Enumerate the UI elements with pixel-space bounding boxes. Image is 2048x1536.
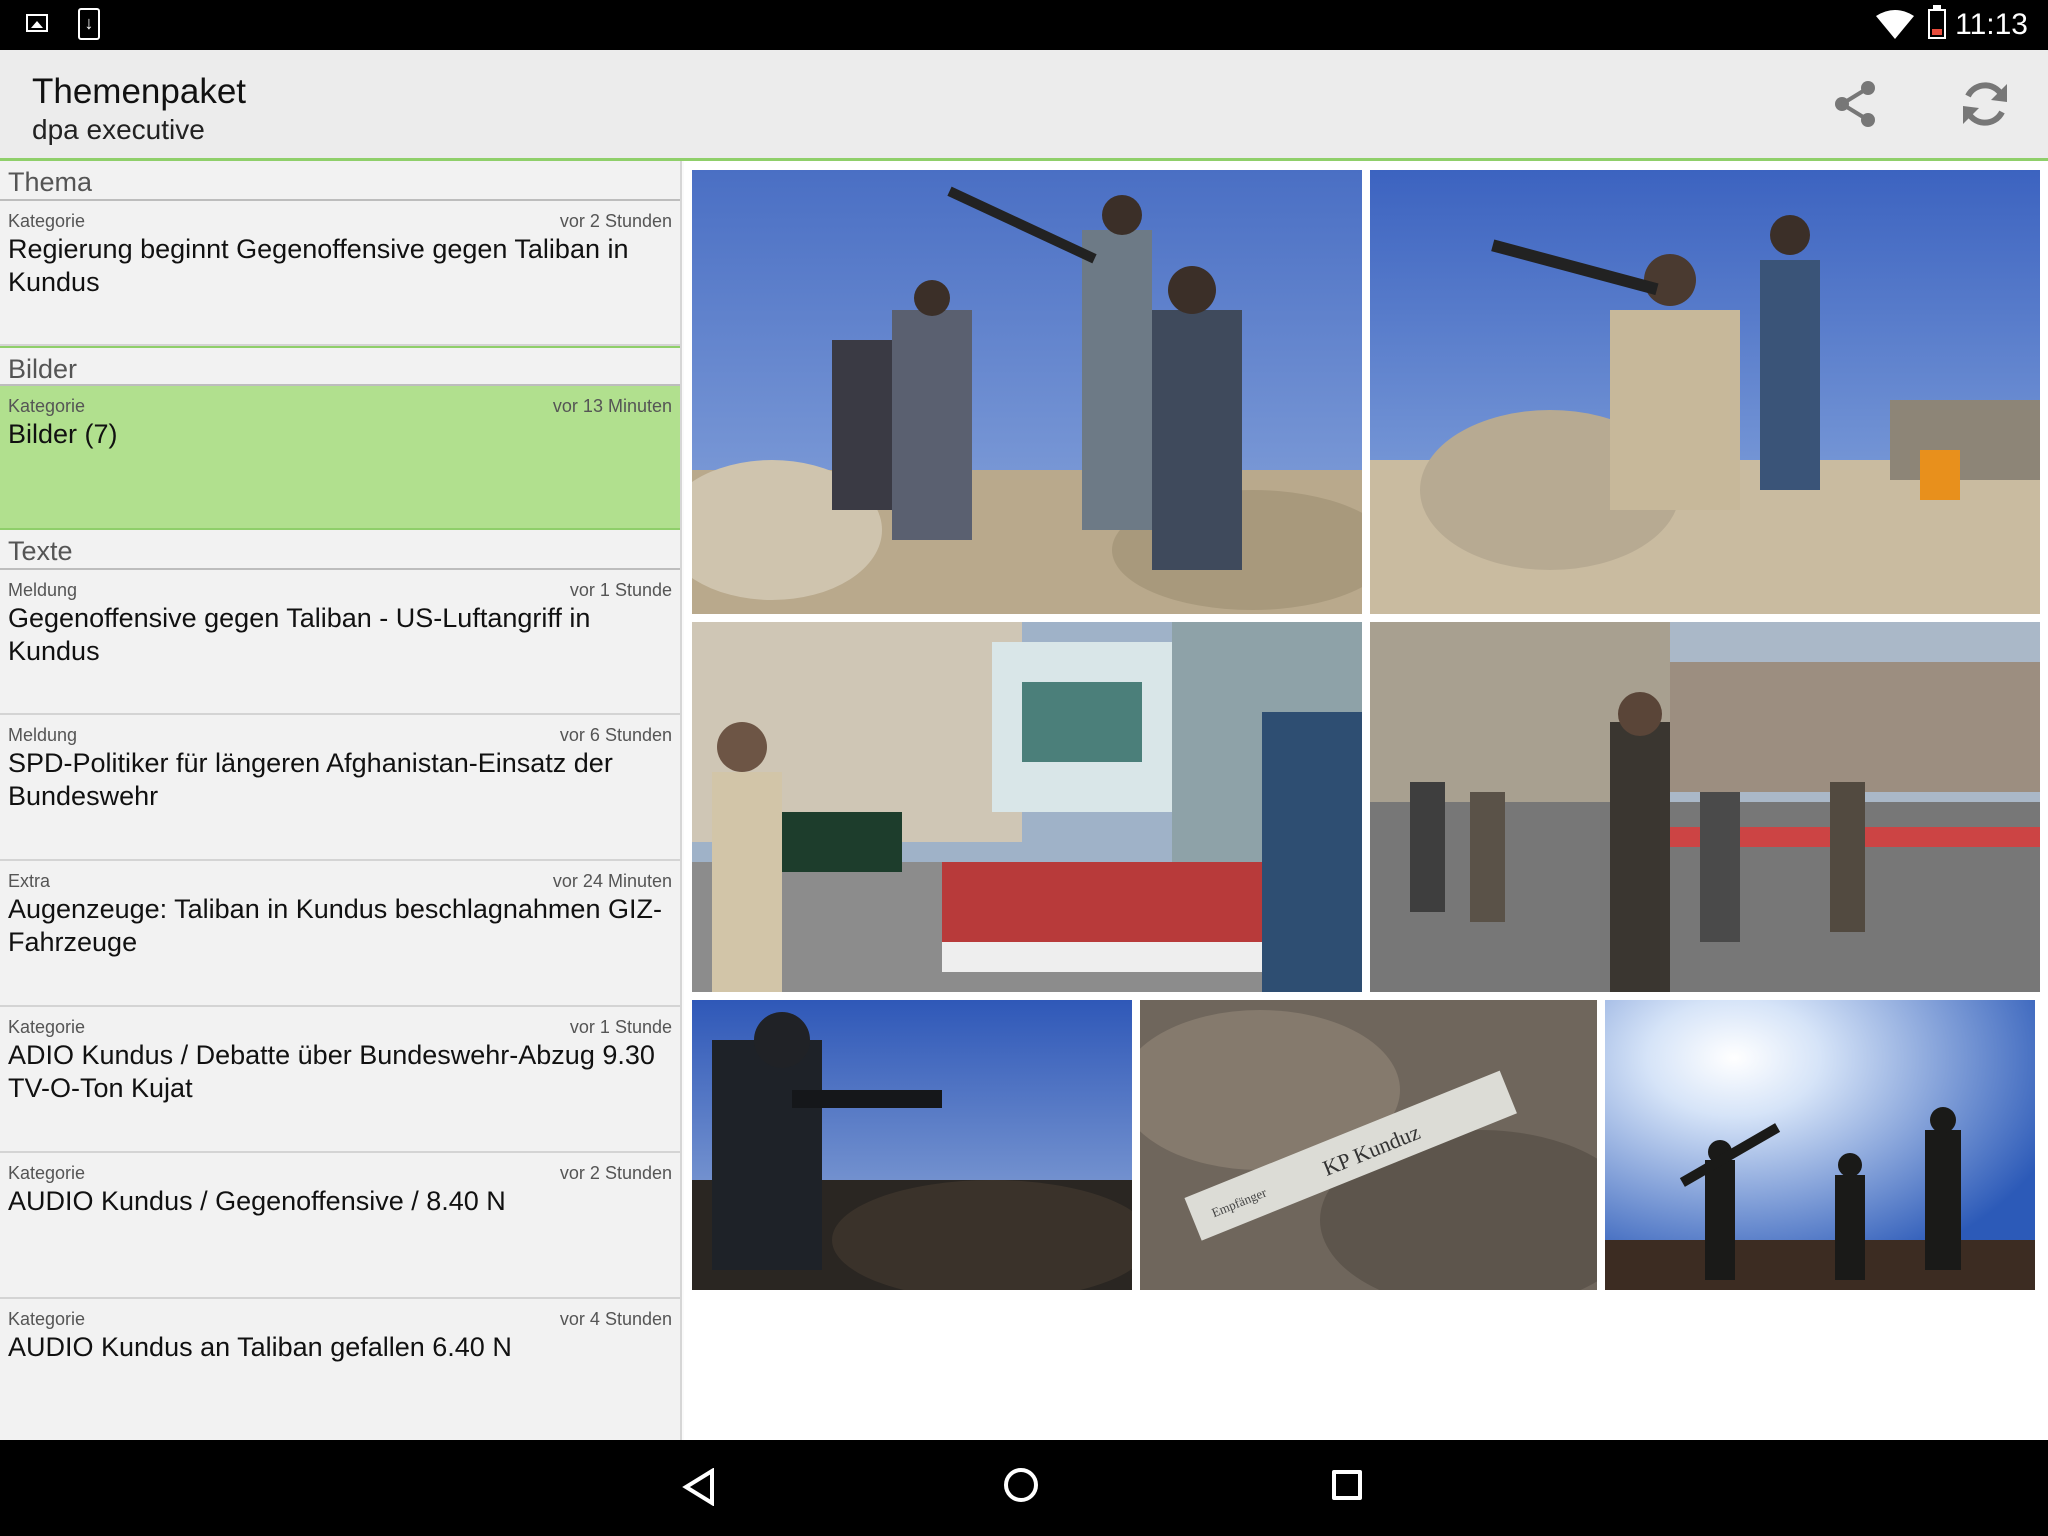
item-time: vor 4 Stunden [559, 1309, 672, 1329]
item-time: vor 2 Stunden [559, 1163, 672, 1183]
item-time: vor 1 Stunde [569, 1017, 672, 1037]
item-category: Meldung [8, 580, 78, 600]
photo-kp-kunduz-sign[interactable]: Empfänger KP Kunduz [1140, 1000, 1597, 1290]
list-item[interactable]: Kategorie vor 1 Stunde ADIO Kundus / Deb… [0, 1007, 680, 1153]
photo-street-crowd[interactable] [1370, 622, 2040, 992]
action-bar: Themenpaket dpa executive [0, 50, 2048, 161]
section-header-texte: Texte [0, 530, 680, 570]
item-category: Extra [8, 871, 51, 891]
item-title: Gegenoffensive gegen Taliban - US-Luftan… [8, 603, 591, 666]
list-item[interactable]: Meldung vor 1 Stunde Gegenoffensive gege… [0, 570, 680, 715]
item-time: vor 2 Stunden [559, 211, 672, 231]
recent-apps-icon[interactable] [1332, 1470, 1362, 1500]
battery-icon [1928, 5, 1946, 39]
photo-fighter-kneeling[interactable] [1370, 170, 2040, 614]
item-category: Kategorie [8, 396, 86, 416]
photo-machine-gun[interactable] [692, 1000, 1132, 1290]
list-item[interactable]: Extra vor 24 Minuten Augenzeuge: Taliban… [0, 861, 680, 1007]
share-icon[interactable] [1826, 74, 1886, 134]
download-icon: ↓ [78, 8, 100, 40]
item-category: Kategorie [8, 1017, 86, 1037]
item-category: Kategorie [8, 1163, 86, 1183]
back-icon[interactable] [682, 1468, 716, 1506]
page-subtitle: dpa executive [32, 114, 205, 145]
clock: 11:13 [1955, 8, 2028, 41]
home-icon[interactable] [1004, 1468, 1038, 1502]
wifi-icon [1876, 10, 1914, 39]
list-item[interactable]: Meldung vor 6 Stunden SPD-Politiker für … [0, 715, 680, 861]
photo-fighters-aiming[interactable] [692, 170, 1362, 614]
photo-street-scene[interactable] [692, 622, 1362, 992]
status-bar: ↓ 11:13 [0, 0, 2048, 50]
item-title: ADIO Kundus / Debatte über Bundeswehr-Ab… [8, 1040, 655, 1103]
item-time: vor 1 Stunde [569, 580, 672, 600]
navigation-bar [0, 1440, 2048, 1536]
item-category: Meldung [8, 725, 78, 745]
item-category: Kategorie [8, 211, 86, 231]
gallery-icon [26, 14, 48, 32]
list-item[interactable]: Kategorie vor 2 Stunden Regierung beginn… [0, 201, 680, 346]
photo-grid: Empfänger KP Kunduz [684, 161, 2048, 1440]
item-category: Kategorie [8, 1309, 86, 1329]
item-title: Augenzeuge: Taliban in Kundus beschlagna… [8, 894, 662, 957]
item-title: SPD-Politiker für längeren Afghanistan-E… [8, 748, 613, 811]
refresh-icon[interactable] [1955, 74, 2015, 134]
photo-silhouettes-sun[interactable] [1605, 1000, 2035, 1290]
item-time: vor 6 Stunden [559, 725, 672, 745]
list-item[interactable]: Kategorie vor 4 Stunden AUDIO Kundus an … [0, 1299, 680, 1440]
item-title: Bilder (7) [8, 419, 118, 449]
page-title: Themenpaket [32, 72, 247, 111]
item-title: AUDIO Kundus / Gegenoffensive / 8.40 N [8, 1186, 506, 1216]
topic-list: Thema Kategorie vor 2 Stunden Regierung … [0, 161, 682, 1440]
item-time: vor 24 Minuten [552, 871, 672, 891]
section-header-thema: Thema [0, 161, 680, 201]
item-title: Regierung beginnt Gegenoffensive gegen T… [8, 234, 629, 297]
item-title: AUDIO Kundus an Taliban gefallen 6.40 N [8, 1332, 512, 1362]
section-header-bilder: Bilder [0, 346, 680, 386]
item-time: vor 13 Minuten [552, 396, 672, 416]
list-item[interactable]: Kategorie vor 2 Stunden AUDIO Kundus / G… [0, 1153, 680, 1299]
list-item-selected[interactable]: Kategorie vor 13 Minuten Bilder (7) [0, 386, 680, 530]
